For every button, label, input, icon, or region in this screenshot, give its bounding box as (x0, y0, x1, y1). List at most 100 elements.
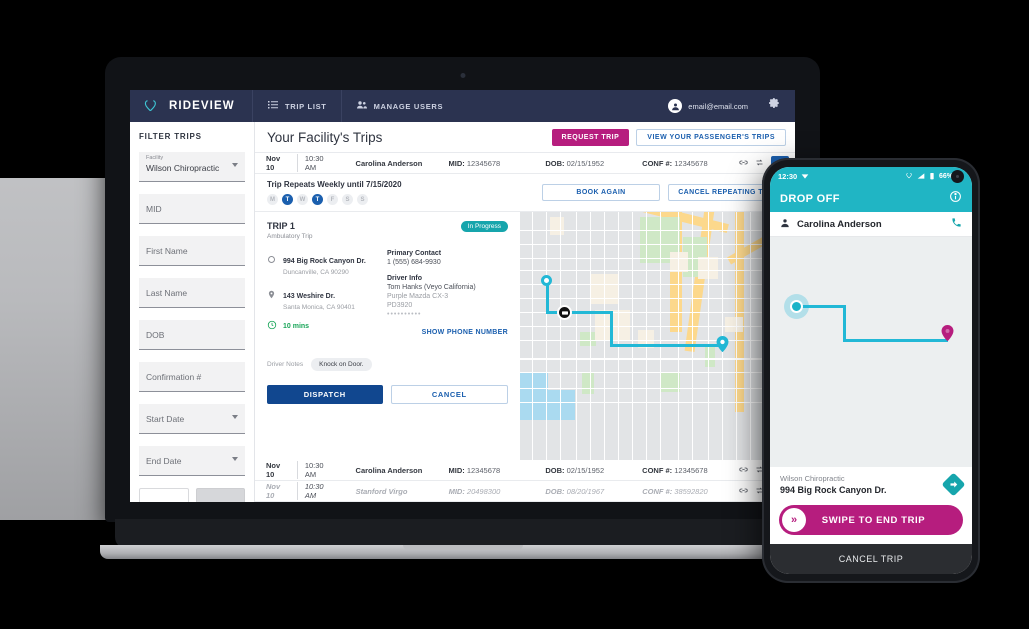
repeat-day-wednesday[interactable]: W (297, 194, 308, 205)
filter-last-name-placeholder: Last Name (146, 288, 188, 298)
facility-select[interactable]: Facility Wilson Chiropractic (139, 152, 245, 182)
filter-first-name-input[interactable]: First Name (139, 236, 245, 266)
cancel-trip-button[interactable]: CANCEL (390, 385, 508, 404)
table-row[interactable]: Nov 10 10:30 AM Stanford Virgo MID: 2049… (255, 481, 795, 502)
signal-icon (917, 172, 925, 182)
nav-trip-list[interactable]: TRIP LIST (252, 90, 341, 122)
filter-last-name-input[interactable]: Last Name (139, 278, 245, 308)
settings-button[interactable] (760, 97, 795, 115)
front-camera-icon (951, 170, 964, 183)
trip-subtitle: Ambulatory Trip (267, 233, 313, 240)
table-row[interactable]: Nov 10 10:30 AM Carolina Anderson MID: 1… (255, 153, 795, 174)
dispatch-button[interactable]: DISPATCH (267, 385, 383, 404)
row-dob: DOB: 08/20/1967 (545, 487, 642, 496)
phone-map[interactable] (770, 237, 972, 467)
pickup-address-text: 994 Big Rock Canyon Dr. Duncanville, CA … (283, 250, 366, 276)
row-mid-label: MID: (448, 486, 465, 496)
driver-notes-chip: Knock on Door. (311, 358, 372, 371)
filter-mid-input[interactable]: MID (139, 194, 245, 224)
filter-apply-button[interactable] (195, 488, 245, 502)
phone-cancel-trip-button[interactable]: CANCEL TRIP (770, 544, 972, 574)
facility-label: Facility (146, 155, 164, 161)
row-passenger-name: Carolina Anderson (355, 465, 423, 475)
trip-detail-header: TRIP 1 Ambulatory Trip In Progress (267, 221, 508, 240)
repeat-day-thursday[interactable]: T (312, 194, 323, 205)
row-dob-value: 02/15/1952 (566, 465, 605, 475)
account-email: email@email.com (688, 101, 748, 111)
phone-icon[interactable] (951, 215, 962, 233)
repeat-info: Trip Repeats Weekly until 7/15/2020 M T … (267, 180, 402, 205)
row-conf-label: CONF #: (642, 486, 673, 496)
nav-manage-users-label: MANAGE USERS (373, 101, 444, 111)
filter-end-date-select[interactable]: End Date (139, 446, 245, 476)
repeat-actions: BOOK AGAIN CANCEL REPEATING TRIP (542, 184, 786, 201)
avatar (668, 99, 683, 113)
repeat-day-monday[interactable]: M (267, 194, 278, 205)
row-passenger-name: Stanford Virgo (355, 486, 408, 496)
driver-notes-label: Driver Notes (267, 361, 304, 368)
trip-map[interactable] (520, 212, 795, 460)
dropoff-address: 143 Weshire Dr. Santa Monica, CA 90401 (267, 285, 387, 311)
filter-mid-placeholder: MID (146, 204, 162, 214)
link-icon[interactable] (739, 486, 748, 497)
view-passengers-trips-button[interactable]: VIEW YOUR PASSENGER'S TRIPS (636, 128, 786, 146)
repeat-day-tuesday[interactable]: T (282, 194, 293, 205)
filter-first-name-placeholder: First Name (146, 246, 188, 256)
row-conf-label: CONF #: (642, 465, 673, 475)
navigate-button[interactable] (941, 472, 966, 497)
swipe-label: SWIPE TO END TRIP (821, 514, 926, 526)
nav-manage-users[interactable]: MANAGE USERS (340, 90, 458, 122)
filter-action-buttons (139, 488, 245, 502)
filter-start-date-select[interactable]: Start Date (139, 404, 245, 434)
row-conf-value: 12345678 (674, 158, 708, 168)
phone-passenger-bar: Carolina Anderson (770, 212, 972, 237)
primary-contact-label: Primary Contact (387, 250, 442, 257)
phone-destination-facility: Wilson Chiropractic (780, 474, 845, 483)
filter-sidebar-title: FILTER TRIPS (139, 132, 202, 141)
repeat-info-bar: Trip Repeats Weekly until 7/15/2020 M T … (255, 174, 795, 212)
brand-logo[interactable]: RIDEVIEW (130, 98, 252, 115)
repeat-day-sunday[interactable]: S (357, 194, 368, 205)
row-mid-label: MID: (448, 465, 465, 475)
row-dob-label: DOB: (545, 158, 565, 168)
rideview-status-icon (906, 172, 914, 182)
driver-plate: PD3920 (387, 302, 413, 309)
row-conf: CONF #: 12345678 (642, 159, 739, 168)
request-trip-button[interactable]: REQUEST TRIP (551, 128, 630, 146)
filter-dob-input[interactable]: DOB (139, 320, 245, 350)
repeat-day-friday[interactable]: F (327, 194, 338, 205)
show-phone-number-link[interactable]: SHOW PHONE NUMBER (387, 329, 508, 336)
account-menu[interactable]: email@email.com (668, 99, 760, 113)
row-dob-value: 02/15/1952 (566, 158, 605, 168)
repeat-day-saturday[interactable]: S (342, 194, 353, 205)
rideview-logo-icon (144, 98, 161, 115)
phone-status-bar: 12:30 66% (770, 167, 972, 186)
destination-marker-icon (716, 336, 729, 353)
trip-title: TRIP 1 (267, 221, 295, 231)
link-icon[interactable] (739, 465, 748, 476)
app-body: FILTER TRIPS Facility Wilson Chiropracti… (130, 122, 795, 502)
users-icon (356, 99, 368, 113)
status-time: 12:30 (778, 172, 798, 181)
row-dob-label: DOB: (545, 465, 565, 475)
swipe-handle-icon[interactable]: » (782, 508, 806, 532)
swipe-to-end-trip-slider[interactable]: » SWIPE TO END TRIP (779, 505, 963, 535)
circle-icon (267, 250, 277, 276)
table-row[interactable]: Nov 10 10:30 AM Carolina Anderson MID: 1… (255, 460, 795, 481)
info-icon[interactable] (949, 190, 962, 208)
filter-confirmation-input[interactable]: Confirmation # (139, 362, 245, 392)
row-mid: MID: 12345678 (449, 159, 546, 168)
laptop-device: RIDEVIEW TRIP LIST MANAGE USERS email@em… (100, 57, 940, 559)
primary-contact-phone: 1 (555) 684-9930 (387, 259, 441, 266)
nav-trip-list-label: TRIP LIST (285, 101, 327, 111)
filter-reset-button[interactable] (139, 488, 189, 502)
filter-dob-placeholder: DOB (146, 330, 165, 340)
driver-notes: Driver Notes Knock on Door. (267, 358, 508, 371)
link-icon[interactable] (739, 158, 748, 169)
vehicle-marker-icon (557, 305, 572, 320)
filter-sidebar: FILTER TRIPS Facility Wilson Chiropracti… (130, 122, 255, 502)
row-dob-value: 08/20/1967 (566, 486, 605, 496)
phone-screen: 12:30 66% DROP OFF Carolina Anderson Wil… (770, 167, 972, 574)
book-again-button[interactable]: BOOK AGAIN (542, 184, 660, 201)
phone-destination-card: Wilson Chiropractic 994 Big Rock Canyon … (770, 467, 972, 501)
